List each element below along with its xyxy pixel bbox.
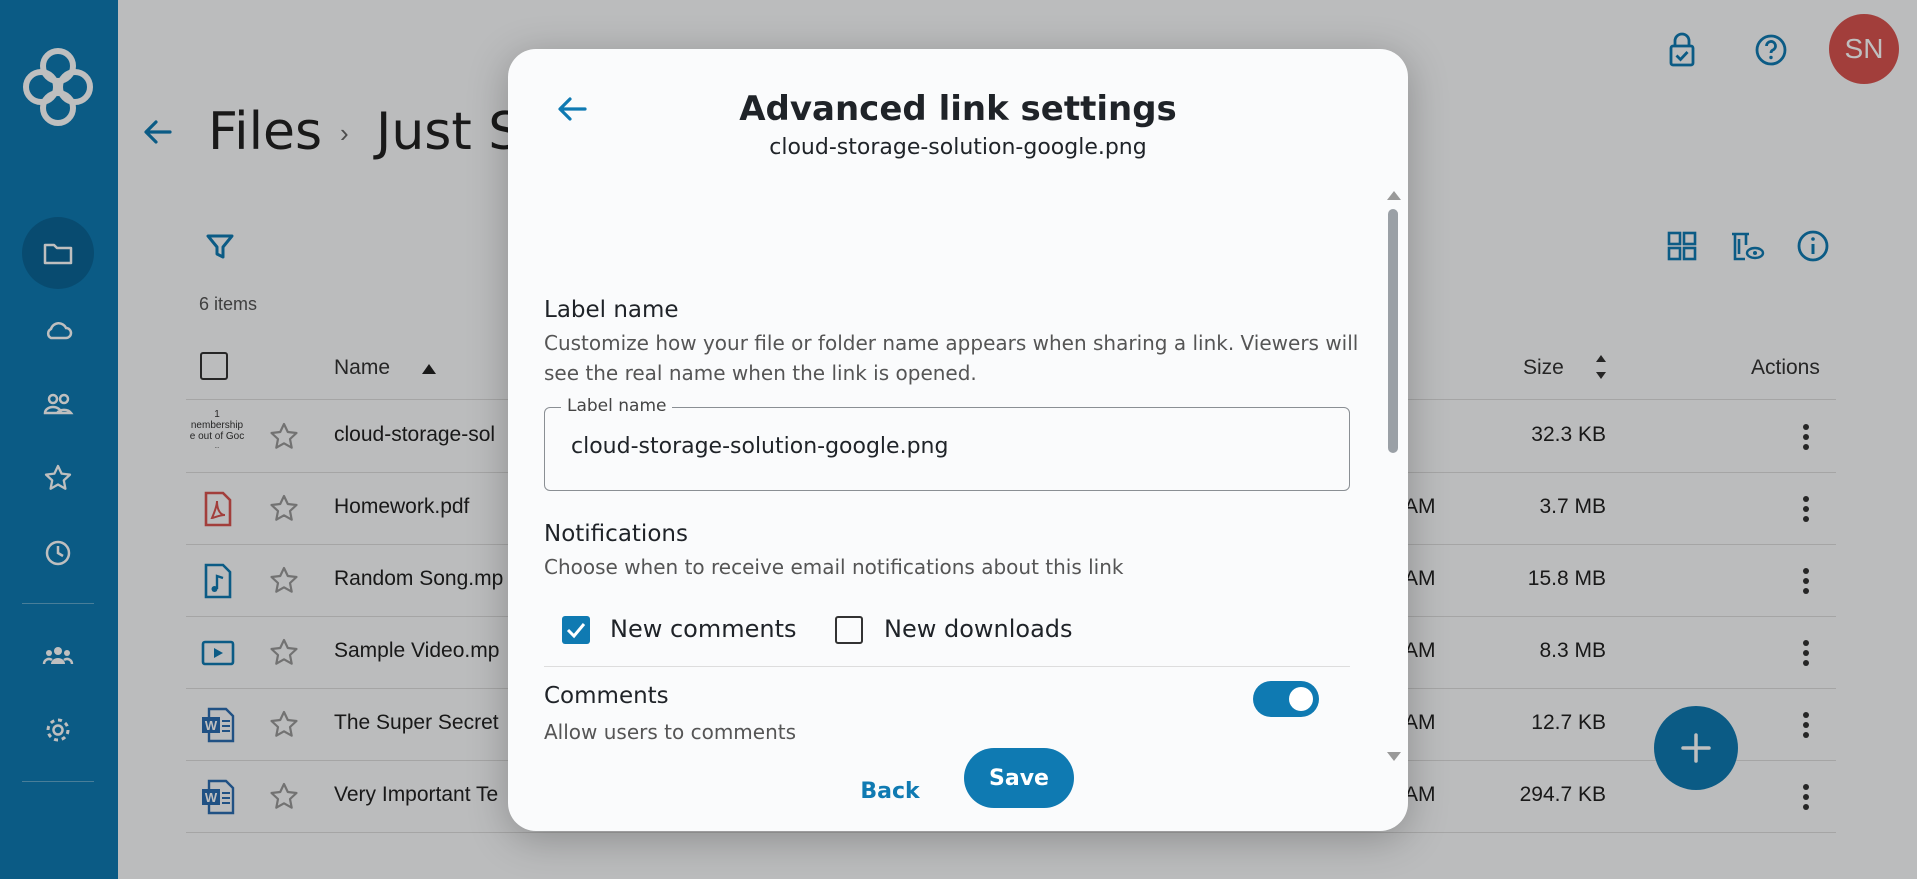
comments-description: Allow users to comments [544, 720, 797, 744]
dialog-subtitle: cloud-storage-solution-google.png [769, 135, 1147, 160]
back-button[interactable]: Back [850, 768, 930, 814]
label-name-field[interactable]: Label name [544, 396, 1350, 491]
new-comments-label[interactable]: New comments [610, 615, 797, 643]
toggle-knob [1289, 687, 1313, 711]
notifications-description: Choose when to receive email notificatio… [544, 555, 1124, 579]
label-name-title: Label name [544, 297, 679, 323]
new-downloads-checkbox[interactable] [835, 616, 863, 644]
save-button[interactable]: Save [964, 748, 1074, 808]
label-name-input[interactable] [571, 434, 1331, 459]
advanced-link-settings-dialog: Advanced link settings cloud-storage-sol… [508, 49, 1408, 831]
section-divider [544, 666, 1350, 667]
scroll-thumb[interactable] [1388, 209, 1398, 453]
dialog-scrollbar[interactable] [1386, 191, 1401, 761]
label-name-field-label: Label name [561, 396, 673, 416]
comments-title: Comments [544, 683, 669, 709]
new-comments-checkbox[interactable] [562, 616, 590, 644]
notifications-title: Notifications [544, 521, 688, 547]
dialog-scroll-area[interactable]: Label name Customize how your file or fo… [508, 189, 1408, 759]
scroll-down-arrow-icon[interactable] [1387, 752, 1401, 761]
comments-toggle[interactable] [1253, 681, 1319, 717]
scroll-up-arrow-icon[interactable] [1387, 191, 1401, 200]
checkmark-icon [566, 623, 586, 639]
label-name-description: Customize how your file or folder name a… [544, 331, 1359, 385]
new-downloads-label[interactable]: New downloads [884, 615, 1073, 643]
dialog-title: Advanced link settings [739, 89, 1177, 129]
